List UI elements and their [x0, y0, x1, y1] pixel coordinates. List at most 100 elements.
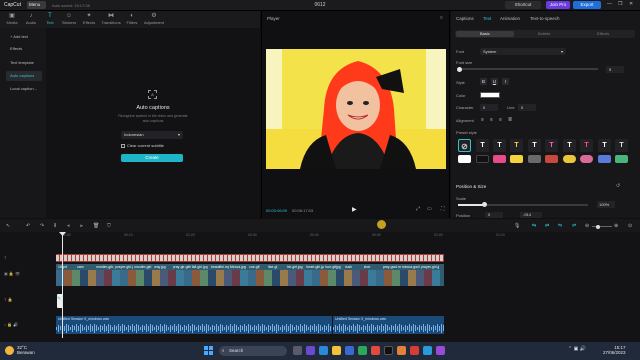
- align-justify-icon[interactable]: ≣: [508, 117, 512, 123]
- preset-pink[interactable]: T: [545, 139, 558, 152]
- tab-audio[interactable]: ♪ Audio: [21, 11, 41, 28]
- zoom-knob[interactable]: [596, 224, 600, 229]
- split-icon[interactable]: ⫴: [54, 223, 56, 229]
- player-menu-icon[interactable]: ≡: [440, 15, 443, 21]
- export-button[interactable]: Export: [573, 1, 601, 9]
- subtab-effects[interactable]: Effects: [597, 31, 609, 36]
- preset-bold[interactable]: T: [563, 139, 576, 152]
- app-icon-blue[interactable]: [423, 346, 432, 355]
- align-center-icon[interactable]: ≡: [490, 117, 493, 123]
- preset-pill-gold[interactable]: [563, 155, 576, 163]
- shortcut-button[interactable]: Shortcut: [505, 1, 541, 9]
- undo-icon[interactable]: ↶: [26, 223, 30, 229]
- windows-start-icon[interactable]: [204, 346, 214, 356]
- preset-shadow[interactable]: T: [528, 139, 541, 152]
- sidebar-item-text-template[interactable]: Text template: [6, 58, 42, 68]
- preset-white[interactable]: T: [476, 139, 489, 152]
- tab-animation[interactable]: Animation: [500, 16, 520, 21]
- tab-stickers[interactable]: ☺ Stickers: [59, 11, 79, 28]
- app-icon-purple[interactable]: [436, 346, 445, 355]
- font-size-knob[interactable]: [457, 66, 462, 72]
- weather-widget[interactable]: 32°C Berawan: [17, 345, 35, 355]
- minimize-icon[interactable]: —: [607, 1, 612, 7]
- scale-knob[interactable]: [482, 202, 487, 207]
- preset-plain[interactable]: T: [598, 139, 611, 152]
- fullscreen-icon[interactable]: ⛶: [441, 206, 445, 212]
- bold-button[interactable]: B: [480, 78, 487, 85]
- taskbar-search[interactable]: ⌕ Search: [219, 346, 287, 356]
- preset-outline[interactable]: T: [493, 139, 506, 152]
- italic-button[interactable]: I: [502, 78, 509, 85]
- subtab-basic[interactable]: Basic: [480, 31, 490, 36]
- maximize-icon[interactable]: ❐: [618, 1, 622, 7]
- font-select[interactable]: System ▾: [480, 48, 566, 55]
- magnet-icon[interactable]: ⇋: [558, 223, 562, 229]
- caption-track[interactable]: [56, 254, 444, 262]
- tab-text[interactable]: T Text: [40, 11, 60, 28]
- preset-box-white[interactable]: [458, 155, 471, 163]
- position-y-input[interactable]: -914: [520, 212, 542, 218]
- preset-pill-pink[interactable]: [580, 155, 593, 163]
- zoom-slider[interactable]: [592, 226, 612, 227]
- preset-red[interactable]: T: [580, 139, 593, 152]
- tab-transitions[interactable]: ⧓ Transitions: [99, 11, 123, 28]
- preset-grey[interactable]: T: [615, 139, 628, 152]
- preset-none[interactable]: ⊘: [458, 139, 471, 152]
- zoom-in-icon[interactable]: ⊕: [614, 223, 618, 229]
- preset-box-blue[interactable]: [598, 155, 611, 163]
- capcut-taskbar-icon[interactable]: [384, 346, 393, 355]
- character-spacing-input[interactable]: 0: [480, 104, 498, 111]
- sidebar-item-add-text[interactable]: + Add text: [6, 32, 42, 42]
- tab-media[interactable]: ▣ Media: [2, 11, 22, 28]
- link-icon[interactable]: ⇆: [532, 223, 536, 229]
- close-icon[interactable]: ✕: [629, 1, 633, 7]
- preset-yellow[interactable]: T: [510, 139, 523, 152]
- join-pro-button[interactable]: Join Pro: [546, 1, 570, 9]
- preset-box-red[interactable]: [545, 155, 558, 163]
- align-right-icon[interactable]: ≡: [499, 117, 502, 123]
- preset-box-pink[interactable]: [493, 155, 506, 163]
- chrome-icon[interactable]: [371, 346, 380, 355]
- preset-box-yellow[interactable]: [510, 155, 523, 163]
- font-size-input[interactable]: 5: [606, 66, 624, 73]
- fit-icon[interactable]: ⊙: [628, 223, 632, 229]
- file-explorer-icon[interactable]: [332, 346, 341, 355]
- tab-effects[interactable]: ✦ Effects: [79, 11, 99, 28]
- play-icon[interactable]: ▶: [352, 206, 357, 213]
- language-select[interactable]: Indonesian ▾: [121, 131, 183, 139]
- reset-icon[interactable]: ↺: [616, 183, 620, 189]
- underline-button[interactable]: U: [491, 78, 498, 85]
- select-tool-icon[interactable]: ↖: [6, 223, 10, 229]
- preset-box-grey[interactable]: [528, 155, 541, 163]
- video-preview[interactable]: [266, 49, 446, 169]
- split-right-icon[interactable]: ⫸: [80, 223, 83, 229]
- store-icon[interactable]: [345, 346, 354, 355]
- ratio-icon[interactable]: ▭: [427, 206, 432, 212]
- edge-icon[interactable]: [319, 346, 328, 355]
- tab-text-props[interactable]: Text: [483, 16, 491, 21]
- xbox-icon[interactable]: [358, 346, 367, 355]
- preset-box-green[interactable]: [615, 155, 628, 163]
- playhead[interactable]: [62, 232, 63, 338]
- clear-subtitle-checkbox[interactable]: Clear current subtitle: [121, 143, 164, 148]
- sidebar-item-local-captions[interactable]: Local caption...: [6, 84, 42, 94]
- preview-axis-icon[interactable]: ⇌: [572, 223, 576, 229]
- tab-adjustment[interactable]: ⚙ Adjustment: [141, 11, 167, 28]
- app-icon-orange[interactable]: [397, 346, 406, 355]
- app-icon-red[interactable]: [410, 346, 419, 355]
- zoom-out-icon[interactable]: ⊖: [585, 223, 589, 229]
- split-left-icon[interactable]: ⫷: [67, 223, 70, 229]
- create-captions-button[interactable]: Create: [121, 154, 183, 162]
- color-swatch[interactable]: [480, 92, 500, 98]
- sidebar-item-auto-captions[interactable]: Auto captions: [6, 71, 42, 81]
- subtab-bubble[interactable]: Bubble: [538, 31, 550, 36]
- redo-icon[interactable]: ↷: [40, 223, 44, 229]
- system-clock[interactable]: 15:17 27/06/2023: [603, 345, 626, 355]
- tab-text-to-speech[interactable]: Text-to-speech: [530, 16, 560, 21]
- snap-icon[interactable]: ⇄: [545, 223, 549, 229]
- task-view-icon[interactable]: [293, 346, 302, 355]
- scale-input[interactable]: 100%: [597, 201, 615, 208]
- line-spacing-input[interactable]: 0: [518, 104, 536, 111]
- tab-captions[interactable]: Captions: [456, 16, 474, 21]
- teams-icon[interactable]: [306, 346, 315, 355]
